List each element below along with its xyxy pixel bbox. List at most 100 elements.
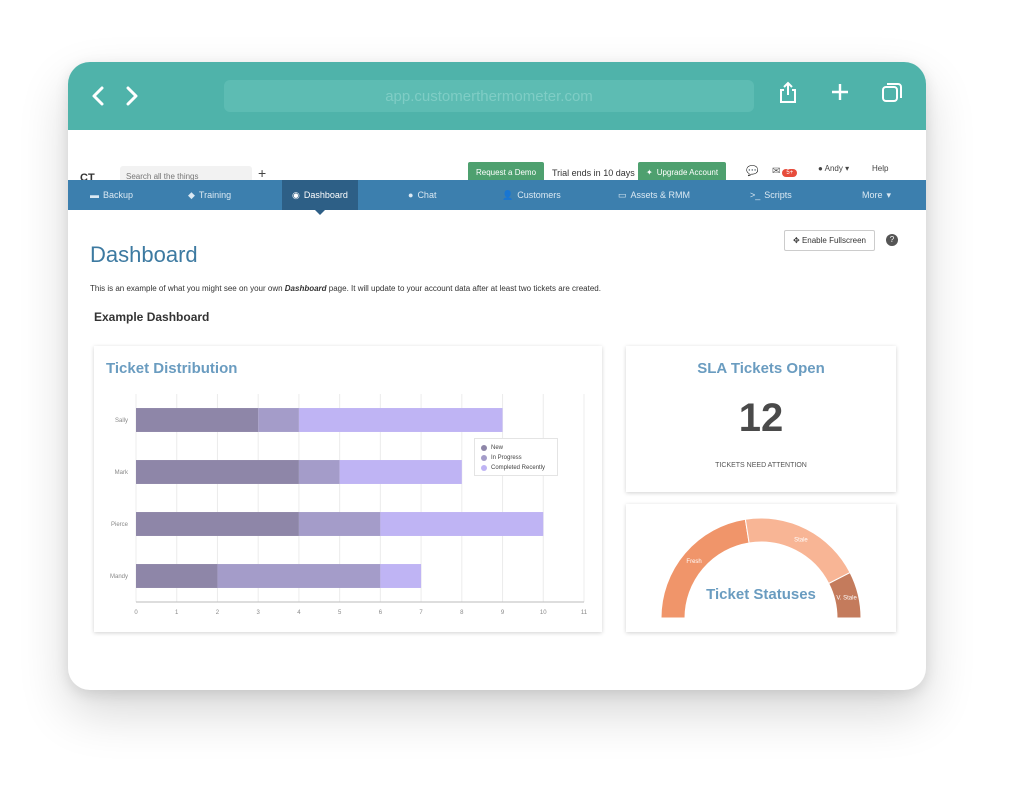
app-header: CT + Request a Demo Trial ends in 10 day…: [68, 130, 926, 186]
help-link[interactable]: Help: [872, 164, 888, 173]
fullscreen-label: Enable Fullscreen: [801, 236, 866, 245]
legend-dot: [481, 455, 487, 461]
question-icon[interactable]: ?: [886, 234, 898, 246]
tab-scripts[interactable]: >_ Scripts: [750, 180, 792, 210]
bar-segment[interactable]: [298, 408, 503, 432]
bar-segment[interactable]: [217, 564, 381, 588]
legend-dot: [481, 445, 487, 451]
browser-nav: [88, 84, 142, 108]
slice-label: Fresh: [686, 559, 701, 565]
x-tick-label: 2: [216, 610, 220, 616]
legend-item: Completed Recently: [481, 463, 551, 473]
intro-emphasis: Dashboard: [284, 284, 327, 293]
x-tick-label: 11: [581, 610, 588, 616]
ticket-distribution-chart: 0 1 2 3 4 5 6 7 8 9 10 11 Sally Mark Pierce Mandy: [110, 394, 588, 616]
star-icon: ✦: [646, 168, 653, 177]
enable-fullscreen-button[interactable]: ✥ Enable Fullscreen: [784, 230, 875, 251]
person-icon: 👤: [502, 189, 514, 200]
legend-label: New: [491, 445, 504, 451]
x-tick-label: 6: [379, 610, 383, 616]
y-category-label: Mark: [115, 470, 129, 476]
tab-dashboard[interactable]: ◉ Dashboard: [282, 180, 358, 215]
x-tick-label: 3: [257, 610, 261, 616]
add-button[interactable]: +: [258, 165, 266, 181]
slice-label: Stale: [794, 538, 808, 544]
bar-segment[interactable]: [380, 512, 544, 536]
bar-segment[interactable]: [339, 460, 462, 484]
chat-bubble-icon: ●: [408, 190, 414, 200]
stage: app.customerthermometer.com CT + Request…: [0, 0, 1030, 789]
caret-down-icon: ▾: [886, 189, 892, 200]
tablet-frame: app.customerthermometer.com CT + Request…: [68, 62, 926, 690]
legend-dot: [481, 465, 487, 471]
tab-more[interactable]: More ▾: [862, 180, 891, 210]
tab-label: Chat: [417, 190, 437, 200]
tab-label: Customers: [517, 190, 561, 200]
graduation-cap-icon: ◆: [188, 189, 195, 200]
bar-segment[interactable]: [136, 408, 259, 432]
tab-assets-rmm[interactable]: ▭ Assets & RMM: [618, 180, 690, 210]
x-tick-label: 9: [501, 610, 505, 616]
tab-customers[interactable]: 👤 Customers: [502, 180, 561, 210]
page-title: Dashboard: [90, 242, 198, 267]
bar-segment[interactable]: [298, 512, 381, 536]
user-menu[interactable]: ● Andy ▾: [818, 164, 849, 173]
pie-slice[interactable]: [744, 517, 851, 585]
bar-segment[interactable]: [136, 512, 299, 536]
tab-label: Backup: [103, 190, 134, 200]
ticket-statuses-chart: FreshStaleV. Stale: [660, 517, 862, 619]
sla-title: SLA Tickets Open: [697, 360, 825, 377]
bar-segment[interactable]: [136, 564, 218, 588]
pie-slice[interactable]: [660, 518, 750, 619]
ticket-distribution-card: Ticket Distribution 0 1 2 3 4 5 6 7 8 9 10 11 Sally M…: [94, 346, 602, 632]
x-tick-label: 8: [460, 610, 464, 616]
caret-down-icon: ▾: [845, 164, 850, 173]
terminal-icon: >_: [750, 190, 761, 200]
upgrade-label: Upgrade Account: [656, 168, 719, 177]
notifications-icon[interactable]: ✉ 5+: [772, 166, 798, 177]
chart-title: Ticket Statuses: [706, 586, 816, 603]
x-tick-label: 7: [419, 610, 423, 616]
tab-chat[interactable]: ● Chat: [408, 180, 436, 210]
back-arrow-icon[interactable]: [88, 84, 108, 108]
legend-item: In Progress: [481, 453, 551, 463]
expand-icon: ✥: [793, 236, 800, 245]
bar-segment[interactable]: [298, 460, 340, 484]
forward-arrow-icon[interactable]: [122, 84, 142, 108]
x-tick-label: 4: [297, 610, 301, 616]
notifications-badge: 5+: [782, 169, 798, 177]
user-icon: ●: [818, 164, 823, 173]
legend-item: New: [481, 443, 551, 453]
sla-count: 12: [738, 396, 784, 440]
new-tab-icon[interactable]: [828, 80, 852, 104]
x-tick-label: 10: [540, 610, 547, 616]
drive-icon: ▬: [90, 190, 99, 200]
main-nav: ▬ Backup ◆ Training ◉ Dashboard ● Chat 👤 Cust…: [68, 180, 926, 215]
tab-label: Dashboard: [303, 190, 348, 200]
sla-subtitle: TICKETS NEED ATTENTION: [715, 462, 807, 469]
bar-segment[interactable]: [380, 564, 422, 588]
gauge-icon: ◉: [292, 189, 300, 200]
tab-training[interactable]: ◆ Training: [188, 180, 231, 210]
url-bar[interactable]: app.customerthermometer.com: [224, 80, 754, 112]
intro-text: This is an example of what you might see…: [90, 284, 601, 293]
bar-segment[interactable]: [258, 408, 299, 432]
bar-segment[interactable]: [136, 460, 299, 484]
y-category-label: Sally: [115, 418, 128, 424]
tab-backup[interactable]: ▬ Backup: [90, 180, 133, 210]
browser-actions: [776, 80, 904, 104]
x-tick-label: 1: [175, 610, 179, 616]
chat-icon[interactable]: 💬: [746, 166, 758, 177]
browser-bar: app.customerthermometer.com: [68, 62, 926, 130]
user-name: Andy: [824, 164, 843, 173]
legend-label: In Progress: [491, 455, 522, 461]
intro-part: page. It will update to your account dat…: [326, 284, 601, 293]
monitor-icon: ▭: [618, 189, 627, 200]
tabs-overview-icon[interactable]: [880, 80, 904, 104]
intro-part: This is an example of what you might see…: [90, 284, 285, 293]
share-icon[interactable]: [776, 80, 800, 104]
y-category-label: Mandy: [110, 574, 128, 580]
tab-label: More: [862, 190, 883, 200]
legend-label: Completed Recently: [491, 465, 546, 471]
ticket-statuses-card: Fresh Stale V. Stale Ticket Statuses: [626, 504, 896, 632]
